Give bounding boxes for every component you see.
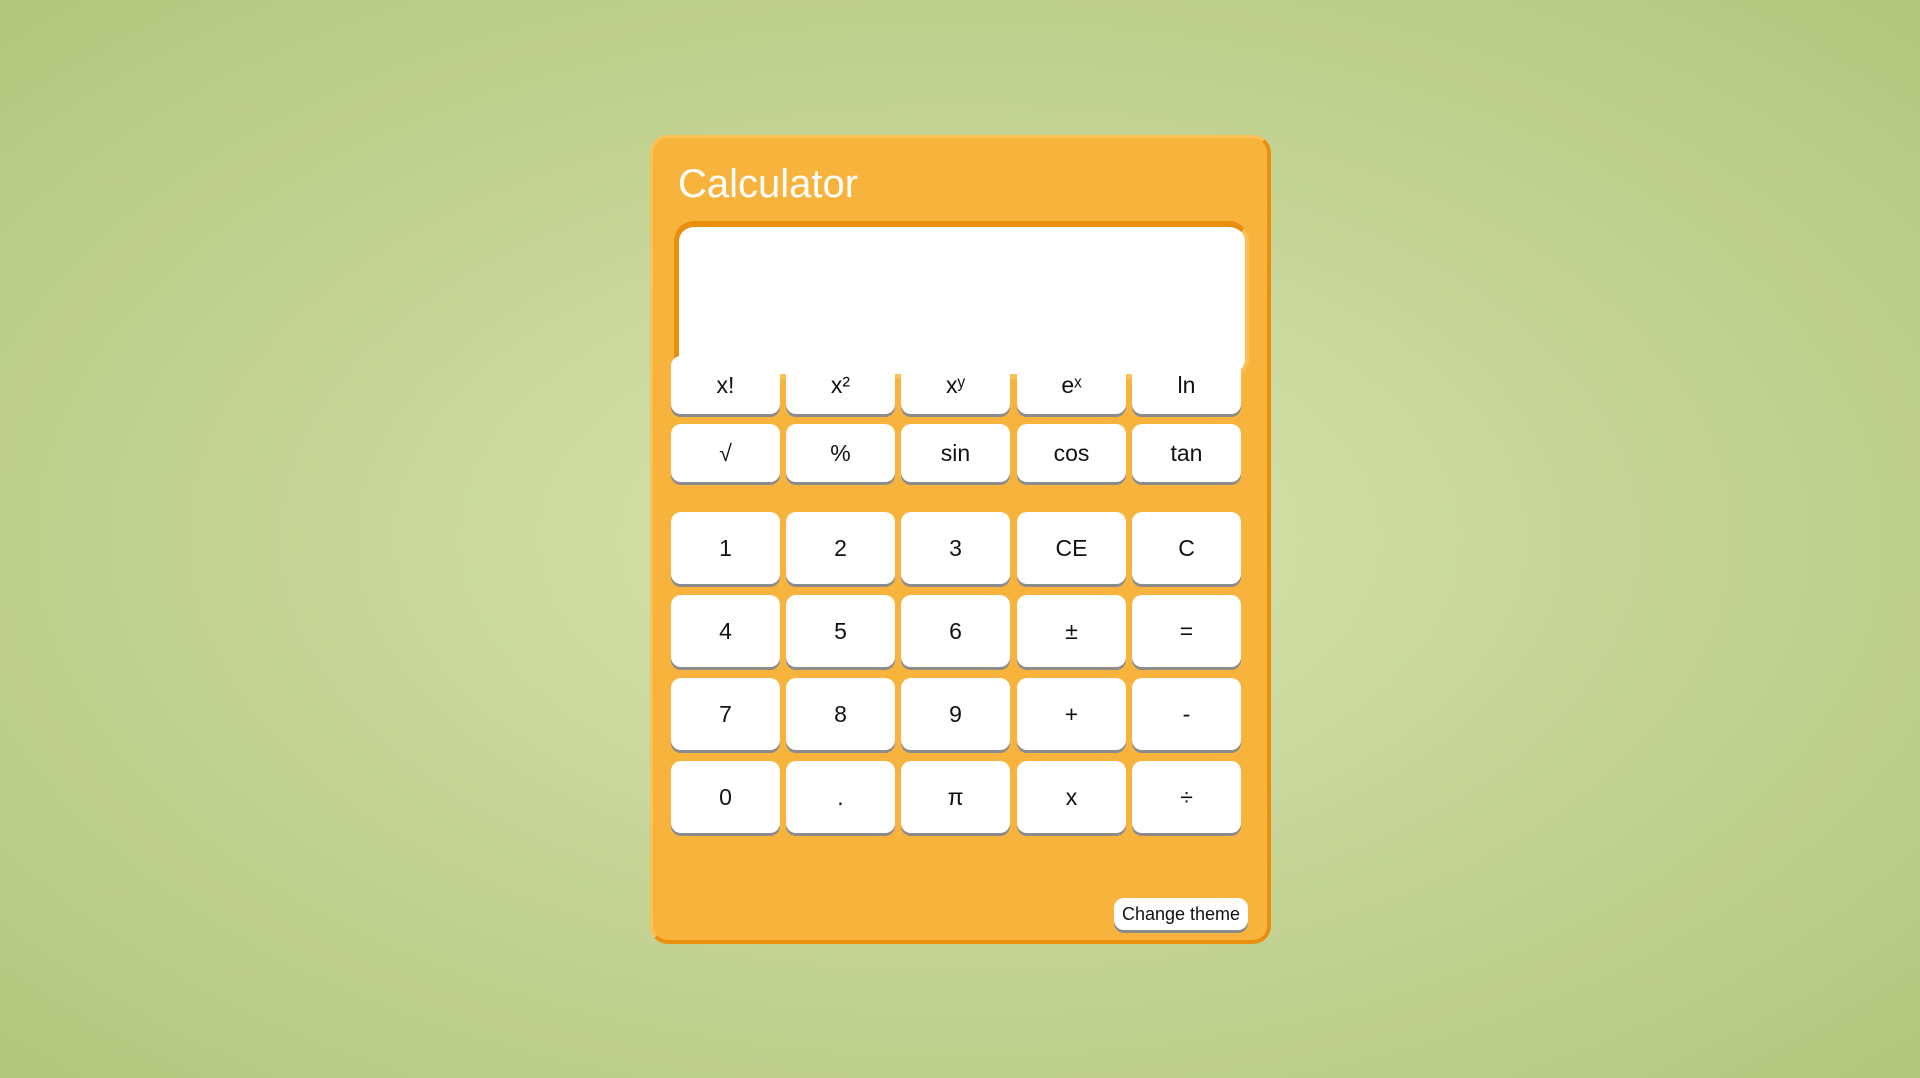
calculator-panel: Calculator x! x² xʸ eˣ ln √ % sin cos ta… (650, 135, 1271, 944)
sqrt-key[interactable]: √ (671, 424, 780, 482)
factorial-key[interactable]: x! (671, 356, 780, 414)
calculator-title: Calculator (678, 162, 859, 206)
change-theme-button[interactable]: Change theme (1114, 898, 1248, 930)
percent-key[interactable]: % (786, 424, 895, 482)
power-key[interactable]: xʸ (901, 356, 1010, 414)
ln-key[interactable]: ln (1132, 356, 1241, 414)
digit-4-key[interactable]: 4 (671, 595, 780, 667)
multiply-key[interactable]: x (1017, 761, 1126, 833)
tan-key[interactable]: tan (1132, 424, 1241, 482)
cos-key[interactable]: cos (1017, 424, 1126, 482)
digit-7-key[interactable]: 7 (671, 678, 780, 750)
plus-minus-key[interactable]: ± (1017, 595, 1126, 667)
exp-key[interactable]: eˣ (1017, 356, 1126, 414)
square-key[interactable]: x² (786, 356, 895, 414)
sin-key[interactable]: sin (901, 424, 1010, 482)
clear-entry-key[interactable]: CE (1017, 512, 1126, 584)
digit-1-key[interactable]: 1 (671, 512, 780, 584)
digit-2-key[interactable]: 2 (786, 512, 895, 584)
equals-key[interactable]: = (1132, 595, 1241, 667)
divide-key[interactable]: ÷ (1132, 761, 1241, 833)
pi-key[interactable]: π (901, 761, 1010, 833)
add-key[interactable]: + (1017, 678, 1126, 750)
digit-9-key[interactable]: 9 (901, 678, 1010, 750)
decimal-key[interactable]: . (786, 761, 895, 833)
digit-6-key[interactable]: 6 (901, 595, 1010, 667)
clear-key[interactable]: C (1132, 512, 1241, 584)
digit-3-key[interactable]: 3 (901, 512, 1010, 584)
subtract-key[interactable]: - (1132, 678, 1241, 750)
digit-0-key[interactable]: 0 (671, 761, 780, 833)
digit-8-key[interactable]: 8 (786, 678, 895, 750)
digit-5-key[interactable]: 5 (786, 595, 895, 667)
